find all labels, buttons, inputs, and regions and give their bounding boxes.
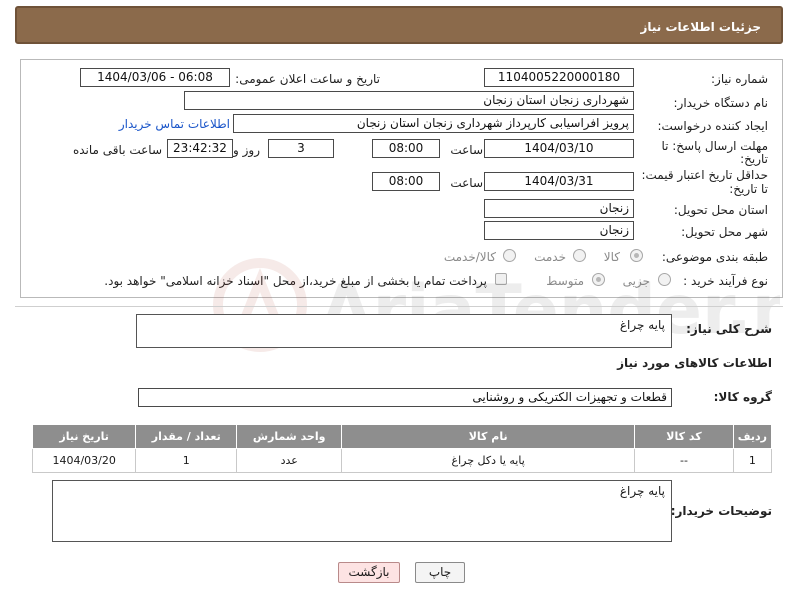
col-unit-header: واحد شمارش: [236, 424, 343, 449]
need-date-cell: 1404/03/20: [31, 448, 137, 473]
goods-group-label: گروه کالا:: [713, 390, 772, 404]
col-name-header: نام کالا: [341, 424, 636, 449]
price-validity-date-field[interactable]: 1404/03/31: [484, 172, 634, 191]
goods-name-cell: پایه یا دکل چراغ: [341, 448, 636, 473]
delivery-province-label: استان محل تحویل:: [673, 203, 768, 217]
need-description-field[interactable]: پایه چراغ: [136, 314, 672, 348]
buyer-org-label: نام دستگاه خریدار:: [673, 96, 769, 110]
table-row[interactable]: 1 -- پایه یا دکل چراغ عدد 1 1404/03/20: [31, 448, 773, 473]
buyer-notes-field[interactable]: پایه چراغ: [52, 480, 672, 542]
remaining-time-field[interactable]: 23:42:32: [167, 139, 233, 158]
goods-code-cell: --: [634, 448, 734, 473]
row-number-cell: 1: [732, 448, 773, 473]
page-title-bar: جزئیات اطلاعات نیاز: [15, 6, 783, 44]
announce-datetime-field[interactable]: 1404/03/06 - 06:08: [80, 68, 230, 87]
goods-info-heading: اطلاعات کالاهای مورد نیاز: [617, 356, 772, 370]
reply-days-field[interactable]: 3: [268, 139, 334, 158]
need-description-label: شرح کلی نیاز:: [686, 322, 772, 336]
print-button[interactable]: چاپ: [415, 562, 465, 583]
reply-deadline-label-2: تاریخ:: [740, 152, 768, 166]
goods-table-header: ردیف کد کالا نام کالا واحد شمارش تعداد /…: [31, 424, 773, 449]
reply-deadline-label: مهلت ارسال پاسخ: تا: [661, 139, 768, 153]
remaining-time-label: ساعت باقی مانده: [72, 143, 162, 157]
buyer-org-field[interactable]: شهرداری زنجان استان زنجان: [184, 91, 634, 110]
col-row-header: ردیف: [732, 424, 773, 449]
col-quantity-header: تعداد / مقدار: [135, 424, 238, 449]
need-number-field[interactable]: 1104005220000180: [484, 68, 634, 87]
delivery-city-label: شهر محل تحویل:: [681, 225, 768, 239]
validity-time-label: ساعت: [450, 176, 483, 190]
unit-cell: عدد: [236, 448, 343, 473]
back-button[interactable]: بازگشت: [338, 562, 400, 583]
delivery-province-field[interactable]: زنجان: [484, 199, 634, 218]
need-number-label: شماره نیاز:: [711, 72, 768, 86]
price-validity-time-field[interactable]: 08:00: [372, 172, 440, 191]
goods-group-field[interactable]: قطعات و تجهیزات الکتریکی و روشنایی: [138, 388, 672, 407]
price-validity-label: حداقل تاریخ اعتبار قیمت:: [641, 168, 768, 182]
delivery-city-field[interactable]: زنجان: [484, 221, 634, 240]
quantity-cell: 1: [135, 448, 238, 473]
announce-datetime-label: تاریخ و ساعت اعلان عمومی:: [235, 72, 380, 86]
need-description-text: پایه چراغ: [619, 318, 665, 332]
col-date-header: تاریخ نیاز: [31, 424, 137, 449]
col-code-header: کد کالا: [634, 424, 734, 449]
goods-table: ردیف کد کالا نام کالا واحد شمارش تعداد /…: [31, 424, 773, 473]
page-title: جزئیات اطلاعات نیاز: [640, 20, 761, 34]
requester-label: ایجاد کننده درخواست:: [657, 119, 768, 133]
days-label: روز و: [233, 143, 260, 157]
requester-field[interactable]: پرویز افراسیابی کارپرداز شهرداری زنجان ا…: [233, 114, 634, 133]
reply-deadline-date-field[interactable]: 1404/03/10: [484, 139, 634, 158]
buyer-notes-label: توضیحات خریدار:: [670, 504, 772, 518]
section-divider: [15, 306, 783, 307]
buyer-contact-link[interactable]: اطلاعات تماس خریدار: [119, 117, 230, 131]
reply-deadline-time-field[interactable]: 08:00: [372, 139, 440, 158]
buyer-notes-text: پایه چراغ: [619, 484, 665, 498]
reply-time-label: ساعت: [450, 143, 483, 157]
price-validity-label-2: تا تاریخ:: [729, 182, 768, 196]
